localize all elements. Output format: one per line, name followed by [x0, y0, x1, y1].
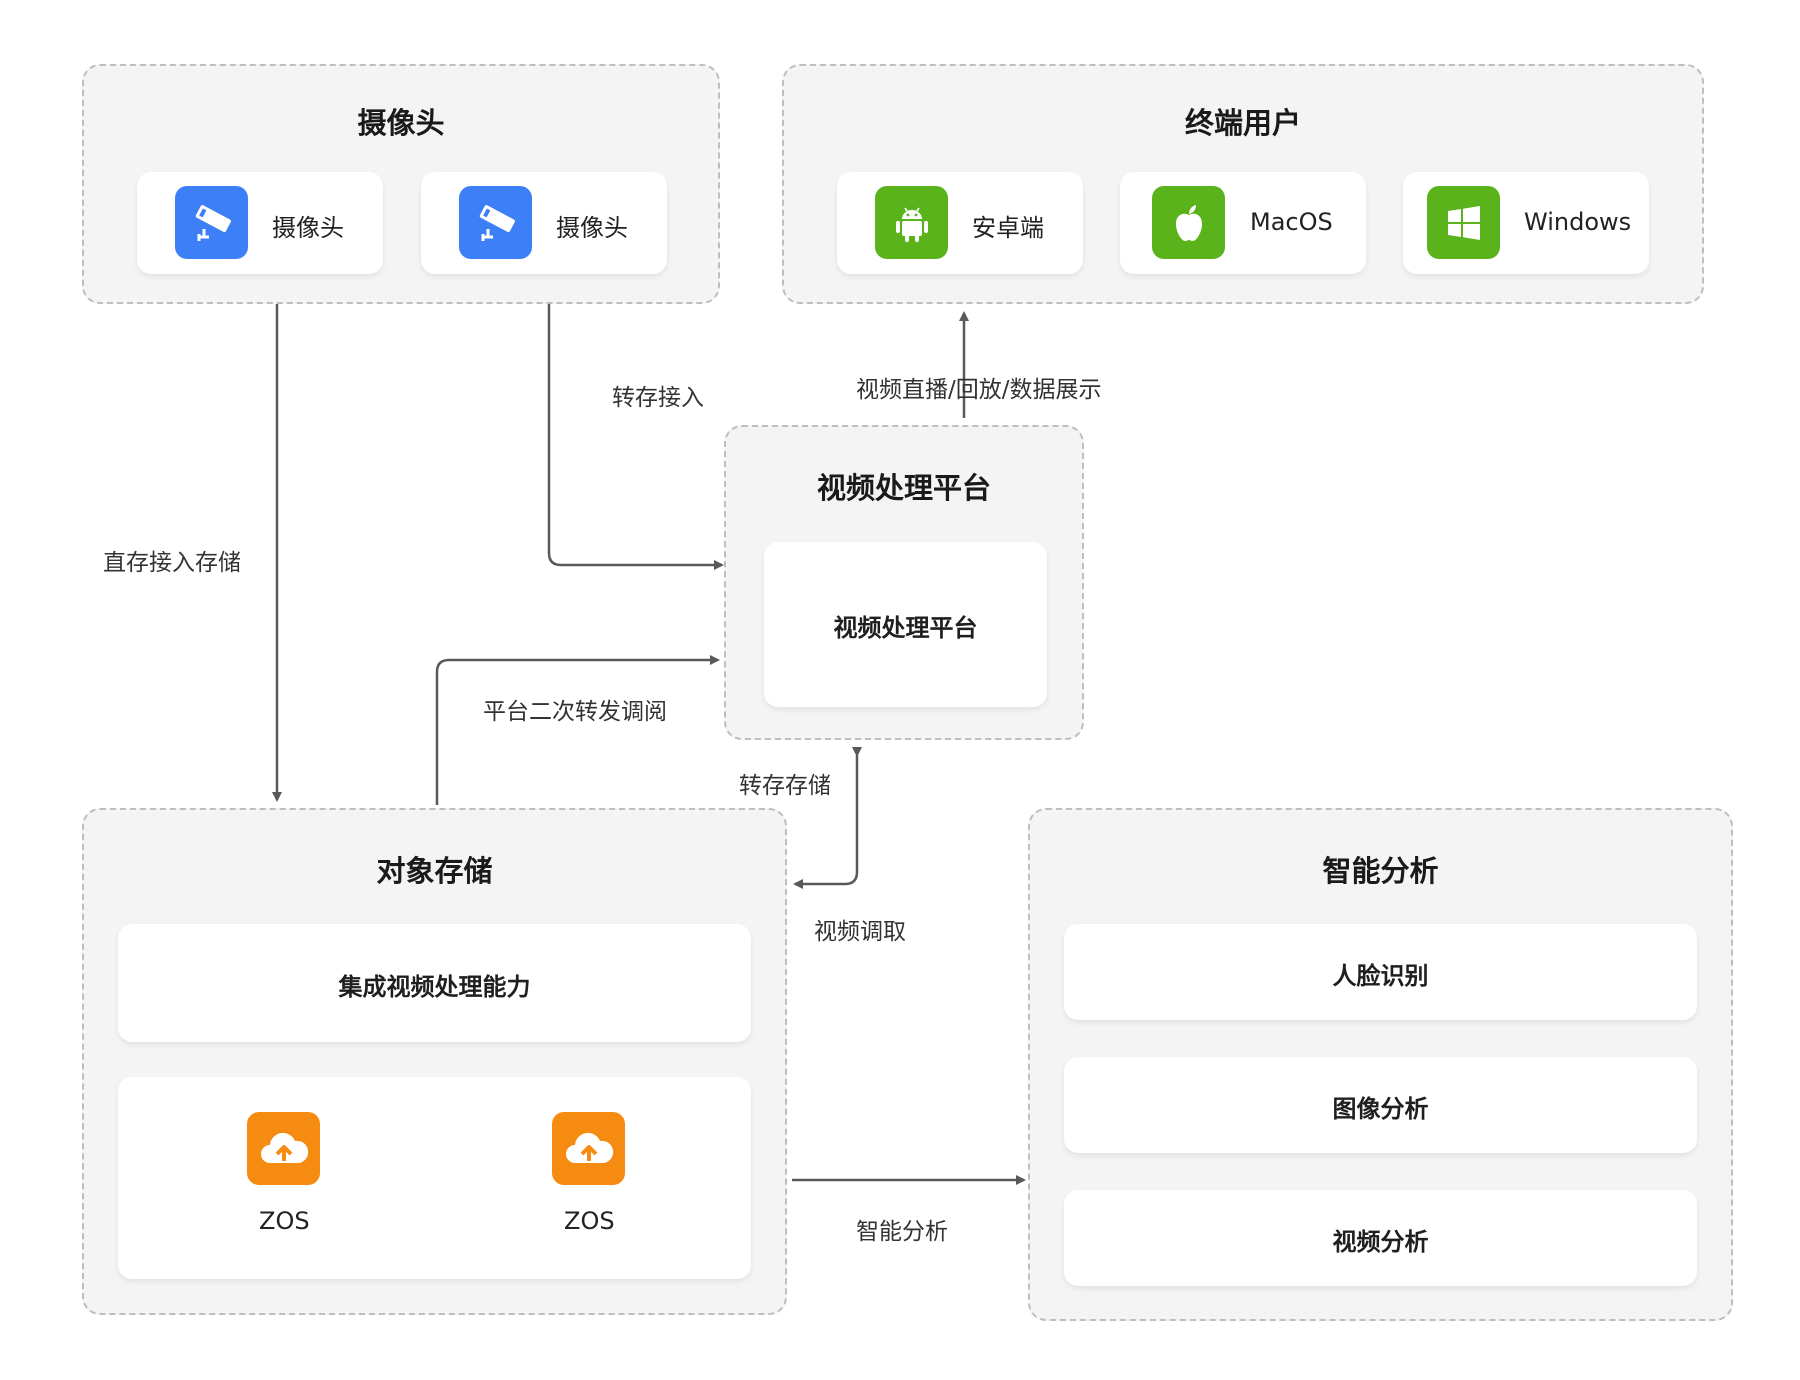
video-capability-label: 集成视频处理能力 [338, 973, 531, 1001]
analysis-item-label: 视频分析 [1332, 1228, 1429, 1256]
endpoint-card-android[interactable]: 安卓端 [837, 172, 1083, 274]
camera-card-label: 摄像头 [556, 214, 628, 242]
analysis-item-label: 人脸识别 [1332, 962, 1429, 990]
camera-card[interactable]: 摄像头 [421, 172, 667, 274]
ai-analysis-group-title: 智能分析 [1322, 854, 1439, 888]
camera-group: 摄像头 摄像头 摄像头 [82, 64, 720, 304]
object-storage-group: 对象存储 集成视频处理能力 ZOS ZOS [82, 808, 787, 1315]
ai-analysis-group: 智能分析 人脸识别 图像分析 视频分析 [1028, 808, 1733, 1321]
object-storage-group-title: 对象存储 [376, 854, 493, 888]
video-platform-card-label: 视频处理平台 [833, 614, 978, 642]
windows-icon [1427, 186, 1500, 259]
edge-label-live-playback: 视频直播/回放/数据展示 [856, 377, 1102, 403]
edge-label-direct-storage: 直存接入存储 [103, 550, 241, 576]
cloud-upload-icon [247, 1112, 320, 1185]
endpoint-user-group: 终端用户 安卓端 MacOS Windows [782, 64, 1704, 304]
arrow-camera-to-platform [547, 276, 724, 570]
arrow-storage-to-platform [435, 655, 720, 805]
endpoint-card-macos[interactable]: MacOS [1120, 172, 1366, 274]
camera-card[interactable]: 摄像头 [137, 172, 383, 274]
endpoint-user-group-title: 终端用户 [1184, 106, 1301, 140]
security-camera-icon [459, 186, 532, 259]
zos-node-label: ZOS [564, 1207, 615, 1235]
analysis-item-face-recognition[interactable]: 人脸识别 [1064, 924, 1697, 1020]
edge-label-video-retrieval: 视频调取 [814, 919, 906, 945]
analysis-item-image-analysis[interactable]: 图像分析 [1064, 1057, 1697, 1153]
analysis-item-video-analysis[interactable]: 视频分析 [1064, 1190, 1697, 1286]
security-camera-icon [175, 186, 248, 259]
camera-card-label: 摄像头 [272, 214, 344, 242]
endpoint-card-label: 安卓端 [972, 214, 1044, 242]
endpoint-card-label: Windows [1524, 208, 1632, 236]
apple-icon [1152, 186, 1225, 259]
video-platform-group-title: 视频处理平台 [816, 471, 991, 505]
analysis-item-label: 图像分析 [1332, 1095, 1429, 1123]
zos-node-label: ZOS [259, 1207, 310, 1235]
video-platform-group: 视频处理平台 视频处理平台 [724, 425, 1084, 740]
edge-label-relay-storage: 转存存储 [739, 773, 831, 799]
endpoint-card-label: MacOS [1250, 208, 1333, 236]
video-capability-card[interactable]: 集成视频处理能力 [118, 924, 751, 1042]
endpoint-card-windows[interactable]: Windows [1403, 172, 1649, 274]
zos-node-card[interactable]: ZOS ZOS [118, 1077, 751, 1279]
android-icon [875, 186, 948, 259]
edge-label-relay-access: 转存接入 [612, 385, 704, 411]
video-platform-card[interactable]: 视频处理平台 [764, 542, 1047, 707]
camera-group-title: 摄像头 [357, 106, 445, 140]
edge-label-smart-analysis: 智能分析 [856, 1219, 948, 1245]
edge-label-platform-forward: 平台二次转发调阅 [483, 699, 667, 725]
cloud-upload-icon [552, 1112, 625, 1185]
